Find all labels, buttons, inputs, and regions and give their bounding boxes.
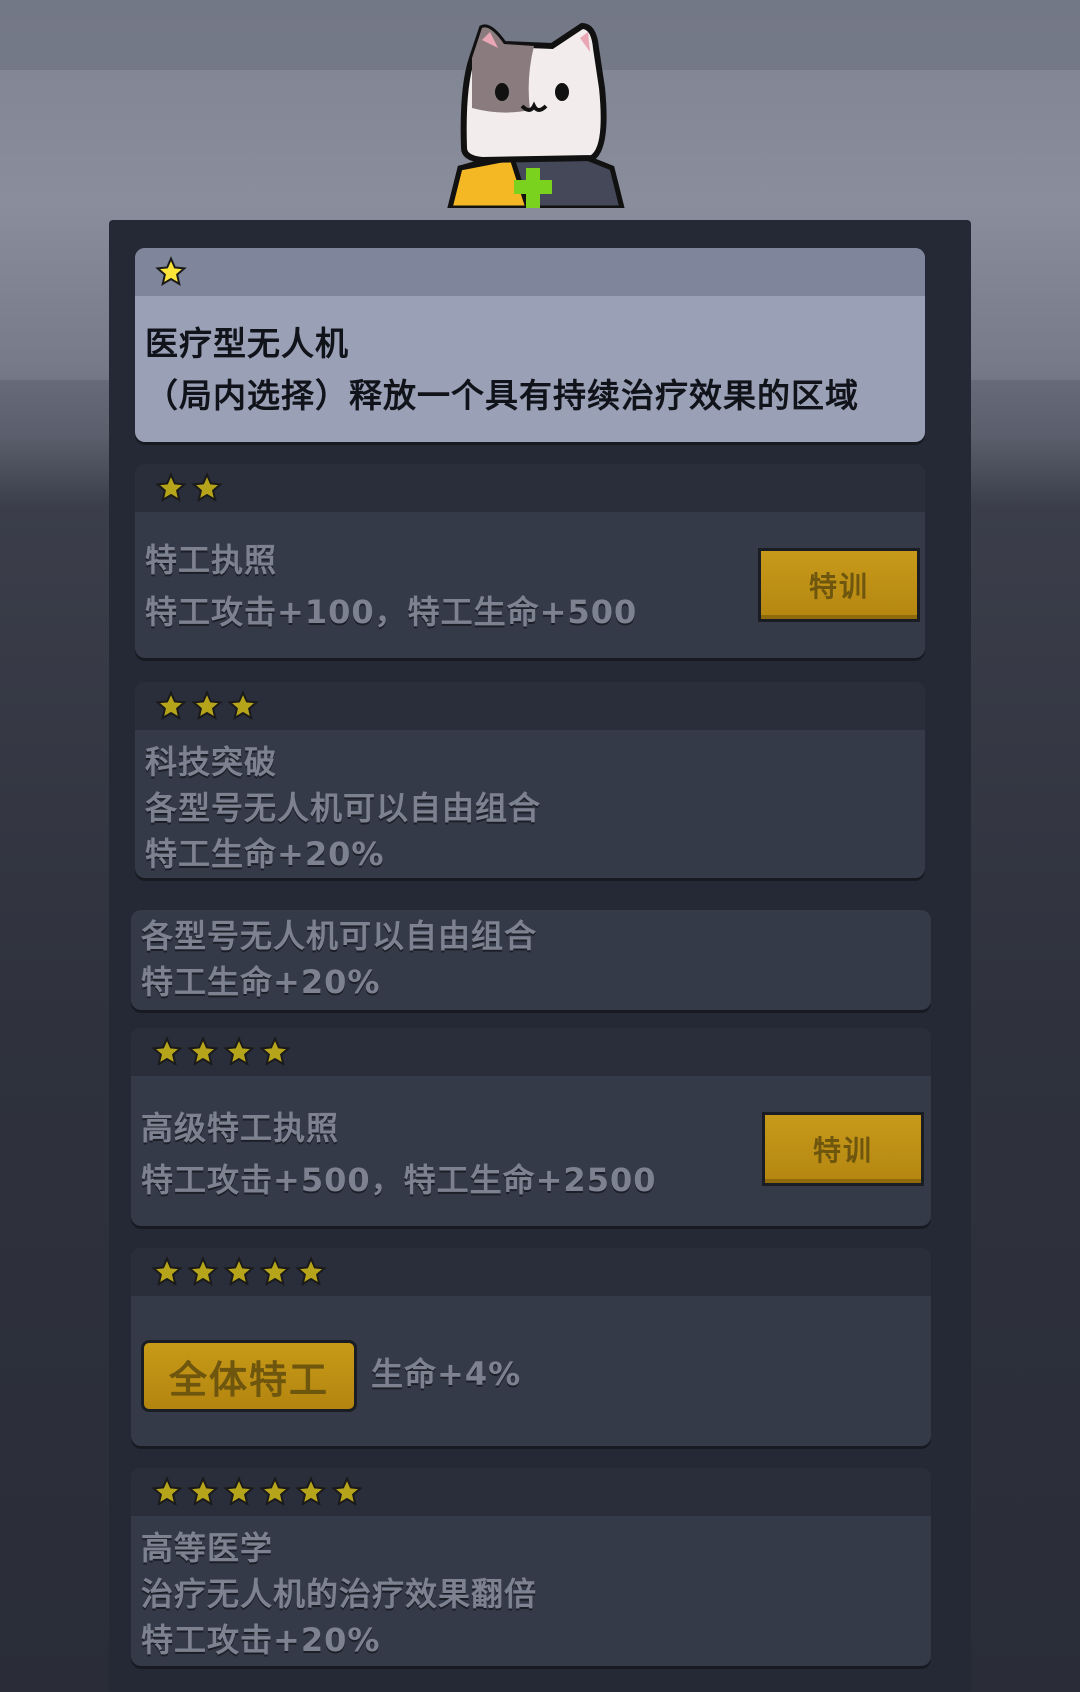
star-icon <box>295 1476 327 1507</box>
talent-line: 各型号无人机可以自由组合 <box>145 789 542 827</box>
star-icon <box>227 690 259 721</box>
star-rating <box>135 248 925 296</box>
talent-card-6: 全体特工 生命+4% <box>131 1248 931 1446</box>
talent-line: 特工攻击+20% <box>141 1621 381 1659</box>
talent-card-3: 科技突破 各型号无人机可以自由组合 特工生命+20% <box>135 682 925 878</box>
star-icon <box>223 1036 255 1067</box>
talent-card-7: 高等医学 治疗无人机的治疗效果翻倍 特工攻击+20% <box>131 1468 931 1666</box>
talent-line: 特工生命+20% <box>145 835 385 873</box>
talent-title: 科技突破 <box>145 743 278 781</box>
cat-agent-avatar <box>447 22 625 208</box>
star-icon <box>295 1256 327 1287</box>
star-icon <box>151 1256 183 1287</box>
talent-card-2: 特工执照 特工攻击+100，特工生命+500 特训 <box>135 464 925 658</box>
talent-description: 特工攻击+500，特工生命+2500 <box>141 1161 657 1199</box>
talent-description: 特工攻击+100，特工生命+500 <box>145 593 638 631</box>
star-rating <box>135 464 925 512</box>
star-icon <box>187 1476 219 1507</box>
train-button[interactable]: 特训 <box>762 1112 924 1186</box>
talent-line: 治疗无人机的治疗效果翻倍 <box>141 1575 538 1613</box>
star-icon <box>155 256 187 287</box>
star-icon <box>151 1476 183 1507</box>
star-rating <box>131 1248 931 1296</box>
star-icon <box>155 472 187 503</box>
talent-line: 特工生命+20% <box>141 963 381 1001</box>
talent-title: 医疗型无人机 <box>145 324 349 363</box>
star-icon <box>259 1476 291 1507</box>
star-icon <box>259 1036 291 1067</box>
talent-line: 各型号无人机可以自由组合 <box>141 917 538 955</box>
talent-card-5: 高级特工执照 特工攻击+500，特工生命+2500 特训 <box>131 1028 931 1226</box>
talent-panel: 医疗型无人机 （局内选择）释放一个具有持续治疗效果的区域 特工执照 特工攻击+1… <box>109 220 971 1692</box>
all-agents-tag: 全体特工 <box>141 1340 357 1412</box>
star-rating <box>131 1468 931 1516</box>
star-icon <box>259 1256 291 1287</box>
talent-title: 高级特工执照 <box>141 1109 340 1147</box>
star-icon <box>187 1036 219 1067</box>
star-icon <box>191 690 223 721</box>
talent-title: 特工执照 <box>145 541 278 579</box>
star-icon <box>155 690 187 721</box>
talent-card-4: 各型号无人机可以自由组合 特工生命+20% <box>131 910 931 1010</box>
talent-description: （局内选择）释放一个具有持续治疗效果的区域 <box>145 376 859 415</box>
star-icon <box>223 1256 255 1287</box>
star-icon <box>331 1476 363 1507</box>
star-icon <box>187 1256 219 1287</box>
star-rating <box>131 1028 931 1076</box>
star-rating <box>135 682 925 730</box>
talent-description: 生命+4% <box>371 1355 522 1393</box>
talent-card-1[interactable]: 医疗型无人机 （局内选择）释放一个具有持续治疗效果的区域 <box>135 248 925 442</box>
star-icon <box>151 1036 183 1067</box>
train-button[interactable]: 特训 <box>758 548 920 622</box>
star-icon <box>223 1476 255 1507</box>
talent-title: 高等医学 <box>141 1529 274 1567</box>
star-icon <box>191 472 223 503</box>
